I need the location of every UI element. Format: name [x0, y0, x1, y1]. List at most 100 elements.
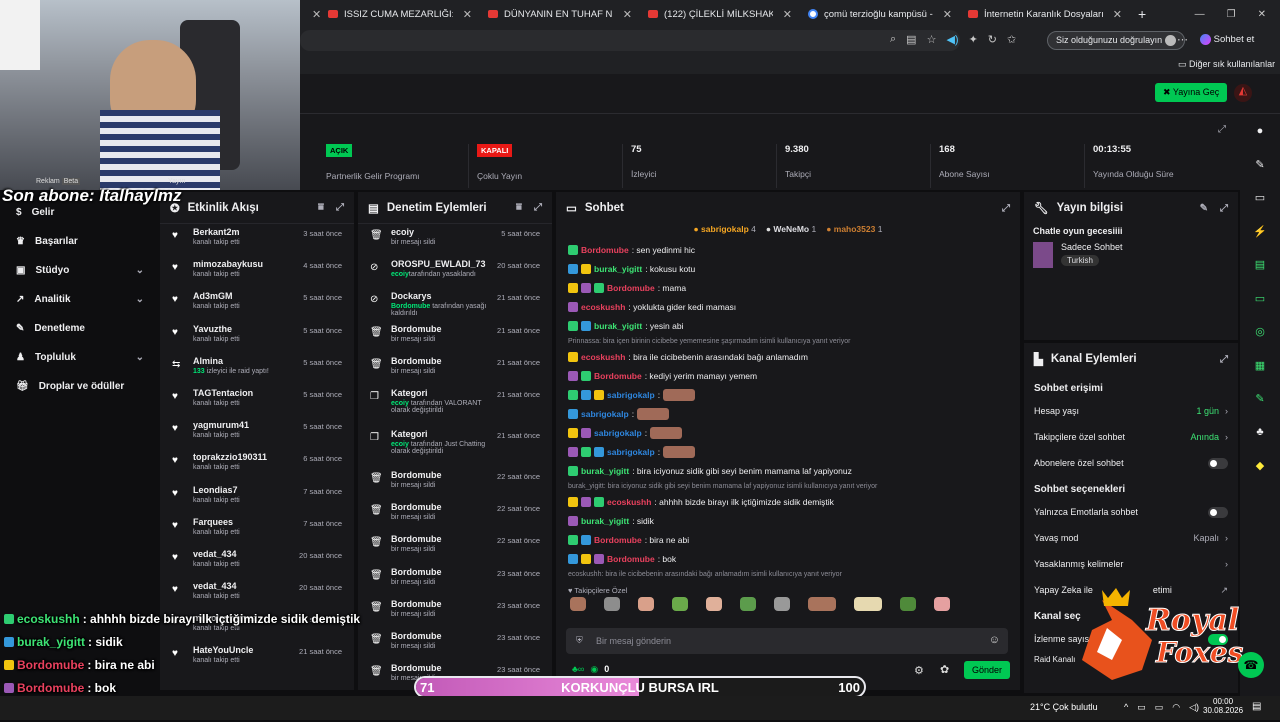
activity-item[interactable]: ⇆ Almina 133 izleyici ile raid yaptı! 5 saa… — [160, 353, 354, 385]
url-field[interactable] — [300, 30, 960, 51]
weather[interactable]: 21°C Çok bulutlu — [1030, 702, 1098, 712]
activity-item[interactable]: ♥ Leondias7 kanalı takip etti 7 saat önce — [160, 482, 354, 514]
followers-only-row[interactable]: Takipçilere özel sohbet Anında › — [1024, 424, 1238, 450]
clock[interactable]: 00:00 30.08.2026 — [1203, 697, 1243, 715]
edit-icon[interactable]: ✎ — [1240, 148, 1280, 182]
tag-icon[interactable]: ◆ — [1240, 449, 1280, 483]
chat-message[interactable]: burak_yigitt: bira iciyonuz sidik gibi s… — [556, 461, 1020, 480]
support-chat-icon[interactable]: ☎ — [1238, 652, 1264, 678]
nav-item-studio[interactable]: ▣ Stüdyo ⌄ — [0, 256, 158, 285]
moderation-item[interactable]: ⊘ Dockarys Bordomube tarafından yasağı kal… — [358, 288, 552, 320]
emote-only-toggle[interactable] — [1208, 506, 1228, 518]
emote[interactable] — [672, 597, 688, 611]
nav-item-achievements[interactable]: ♛ Başarılar — [0, 227, 158, 256]
go-live-button[interactable]: ✖ Yayına Geç — [1155, 83, 1228, 102]
chat-message[interactable]: burak_yigitt: yesin abi — [556, 316, 1020, 335]
popout-icon[interactable]: ⤢ — [1220, 203, 1228, 214]
activity-item[interactable]: ♥ vedat_434 kanalı takip etti 20 saat önce — [160, 546, 354, 578]
chat-message[interactable]: Bordomube: bira ne abi — [556, 530, 1020, 549]
emote[interactable] — [774, 597, 790, 611]
category-name[interactable]: Sadece Sohbet — [1061, 242, 1123, 252]
volume-icon[interactable]: ◁) — [1189, 702, 1199, 713]
chat-username[interactable]: ecoskushh — [581, 302, 625, 312]
chat-message[interactable]: sabrigokalp: — [556, 385, 1020, 404]
chat-message[interactable]: sabrigokalp: — [556, 404, 1020, 423]
chat-username[interactable]: Bordomube — [607, 283, 655, 293]
filter-icon[interactable]: ⩸ — [318, 202, 324, 213]
browser-tab[interactable]: ✕ — [300, 0, 320, 28]
emote[interactable] — [900, 597, 916, 611]
browser-tab[interactable]: DÜNYANIN EN TUHAF NÜKLEER✕ — [480, 0, 640, 28]
moderation-item[interactable]: 🗑︎ Bordomube bir mesajı sildi 23 saat önce — [358, 596, 552, 628]
slow-mode-row[interactable]: Yavaş mod Kapalı › — [1024, 525, 1238, 551]
app-tray-icon[interactable]: ▭ — [1137, 702, 1146, 713]
moderation-item[interactable]: 🗑︎ Bordomube bir mesajı sildi 22 saat önce — [358, 467, 552, 499]
moderation-item[interactable]: 🗑︎ Bordomube bir mesajı sildi 22 saat önce — [358, 499, 552, 531]
moderation-item[interactable]: 🗑︎ Bordomube bir mesajı sildi 21 saat önce — [358, 353, 552, 385]
chat-input[interactable]: ⛨ Bir mesaj gönderin ☺ — [566, 628, 1008, 654]
new-tab-button[interactable]: + — [1130, 0, 1154, 28]
chat-message[interactable]: ecoskushh: ahhhh bizde birayı ilk içtiği… — [556, 492, 1020, 511]
stream-tag[interactable]: Turkish — [1061, 255, 1099, 266]
activity-item[interactable]: ♥ vedat_434 kanalı takip etti 20 saat önce — [160, 578, 354, 610]
send-button[interactable]: Gönder — [964, 661, 1011, 679]
more-icon[interactable]: ⋯ — [1177, 33, 1188, 46]
emote[interactable] — [740, 597, 756, 611]
chat-username[interactable]: burak_yigitt — [581, 466, 629, 476]
chat-username[interactable]: Bordomube — [581, 245, 629, 255]
close-icon[interactable]: ✕ — [1258, 9, 1266, 20]
popout-icon[interactable]: ⤢ — [1220, 354, 1228, 365]
chat-username[interactable]: burak_yigitt — [594, 321, 642, 331]
moderation-item[interactable]: ❐ Kategori ecoiy tarafından VALORANT olara… — [358, 385, 552, 426]
refresh-icon[interactable]: ↻ — [988, 33, 997, 46]
banned-words-row[interactable]: Yasaklanmış kelimeler › — [1024, 551, 1238, 577]
account-age-row[interactable]: Hesap yaşı 1 gün › — [1024, 398, 1238, 424]
activity-item[interactable]: ♥ yagmurum41 kanalı takip etti 5 saat önce — [160, 417, 354, 449]
chat-message[interactable]: ecoskushh: bira ile cicibebenin arasında… — [556, 347, 1020, 366]
chat-username[interactable]: Bordomube — [607, 554, 655, 564]
chat-message[interactable]: burak_yigitt: sidik — [556, 511, 1020, 530]
calendar-icon[interactable]: ▦ — [1240, 349, 1280, 383]
other-bookmarks[interactable]: ▭ Diğer sık kullanılanlar — [1178, 59, 1275, 70]
chat-icon[interactable]: ▭ — [1240, 282, 1280, 316]
chat-username[interactable]: burak_yigitt — [581, 516, 629, 526]
chat-message[interactable]: Bordomube: kediyi yerim mamayı yemem — [556, 366, 1020, 385]
activity-item[interactable]: ♥ Yavuzthe kanalı takip etti 5 saat önce — [160, 321, 354, 353]
extension-icon[interactable]: ✦ — [969, 33, 978, 46]
copilot-button[interactable]: Sohbet et — [1200, 34, 1254, 45]
chat-username[interactable]: sabrigokalp — [607, 390, 655, 400]
activity-item[interactable]: ♥ Berkant2m kanalı takip etti 3 saat önce — [160, 224, 354, 256]
users-icon[interactable]: ♣ — [1240, 416, 1280, 450]
edit-icon[interactable]: ✎ — [1200, 203, 1208, 214]
profile-avatar[interactable]: ◭ — [1234, 84, 1252, 102]
browser-tab[interactable]: çomü terzioğlu kampüsü - Google✕ — [800, 0, 960, 28]
search-icon[interactable]: ⌕ — [890, 33, 896, 46]
subs-only-toggle[interactable] — [1208, 457, 1228, 469]
chat-message[interactable]: sabrigokalp: — [556, 442, 1020, 461]
chat-username[interactable]: sabrigokalp — [607, 447, 655, 457]
nav-item-community[interactable]: ♟ Topluluk ⌄ — [0, 343, 158, 372]
minimize-icon[interactable]: — — [1195, 9, 1205, 20]
browser-tab[interactable]: İnternetin Karanlık Dosyaları Vol. 1✕ — [960, 0, 1130, 28]
star-icon[interactable]: ☆ — [927, 33, 937, 46]
wifi-icon[interactable]: ◠ — [1172, 702, 1180, 713]
emote[interactable] — [570, 597, 586, 611]
wrench-icon[interactable]: ✎ — [1240, 382, 1280, 416]
chevron-up-icon[interactable]: ^ — [1124, 702, 1128, 713]
activity-item[interactable]: ♥ Farquees kanalı takip etti 7 saat önce — [160, 514, 354, 546]
chat-username[interactable]: burak_yigitt — [594, 264, 642, 274]
activity-item[interactable]: ♥ Ad3mGM kanalı takip etti 5 saat önce — [160, 288, 354, 320]
emote[interactable] — [934, 597, 950, 611]
notification-icon[interactable]: ▤ — [1252, 701, 1261, 712]
gift-icon[interactable]: ✿ — [940, 663, 949, 676]
lightning-icon[interactable]: ⚡ — [1240, 215, 1280, 249]
moderation-item[interactable]: ⊘ OROSPU_EWLADI_73 ecoiytarafından yasakla… — [358, 256, 552, 288]
moderation-item[interactable]: 🗑︎ ecoiy bir mesajı sildi 5 saat önce — [358, 224, 552, 256]
chat-message[interactable]: burak_yigitt: kokusu kotu — [556, 259, 1020, 278]
reader-icon[interactable]: ▤ — [906, 33, 916, 46]
top-gifter[interactable]: ● sabrigokalp 4 — [694, 224, 756, 238]
moderation-item[interactable]: ❐ Kategori ecoiy tarafından Just Chatting … — [358, 426, 552, 467]
top-gifter[interactable]: ● maho3523 1 — [826, 224, 882, 238]
points-icon[interactable]: ♣∞ — [572, 664, 584, 675]
moderation-item[interactable]: 🗑︎ Bordomube bir mesajı sildi 22 saat önce — [358, 531, 552, 563]
